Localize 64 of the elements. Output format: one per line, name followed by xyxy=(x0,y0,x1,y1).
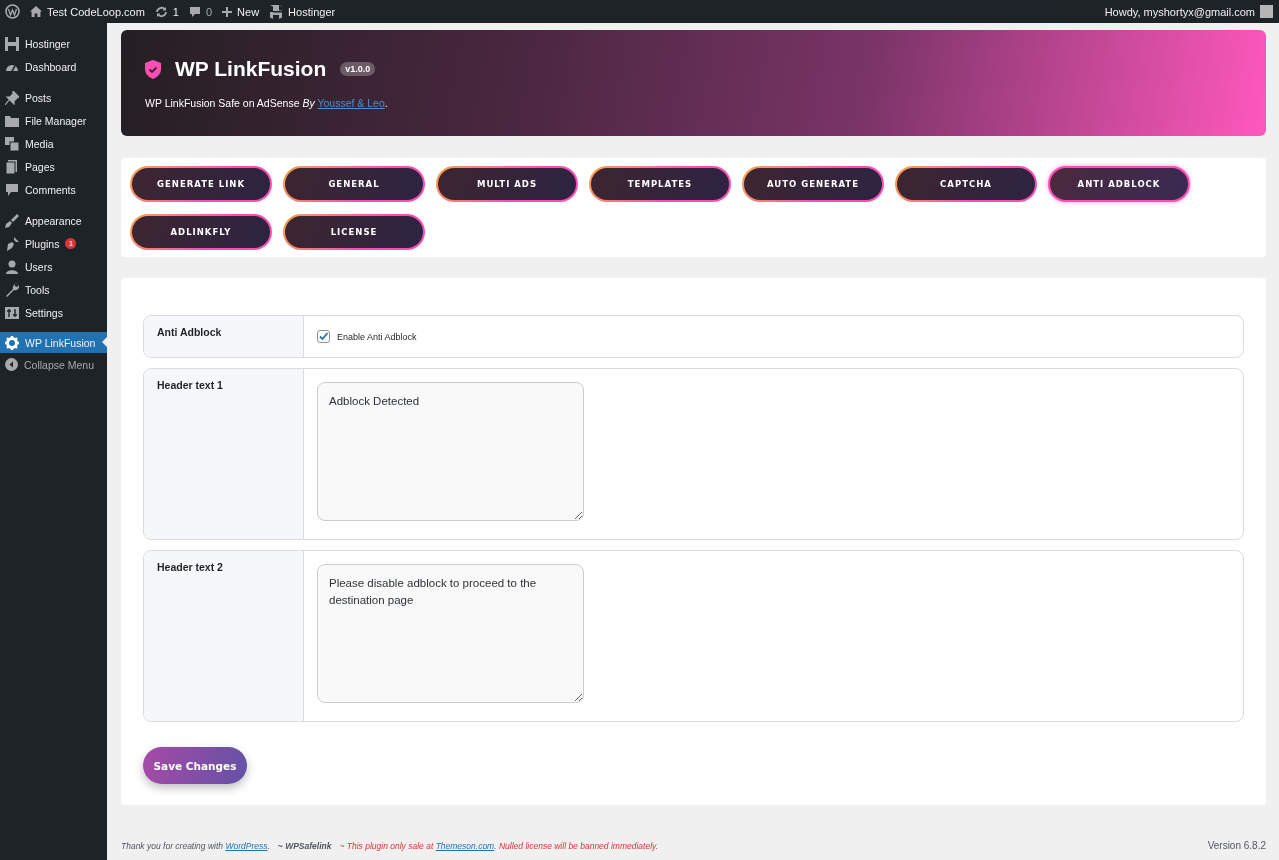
user-greeting-link[interactable]: Howdy, myshortyx@gmail.com xyxy=(1104,5,1255,18)
media-icon xyxy=(5,136,19,151)
sidebar-item[interactable]: Settings xyxy=(0,301,107,324)
gear-icon xyxy=(5,335,19,350)
user-icon xyxy=(5,259,19,274)
footer-thanks-text: Thank you for creating with WordPress. xyxy=(121,841,270,851)
sidebar-item[interactable]: Hostinger xyxy=(0,32,107,55)
folder-icon xyxy=(5,113,19,128)
plug-icon xyxy=(5,236,19,251)
nav-tab-button[interactable]: GENERAL xyxy=(283,166,425,202)
field-label: Anti Adblock xyxy=(144,316,304,357)
nav-tab-button[interactable]: CAPTCHA xyxy=(895,166,1037,202)
nav-tab-button[interactable]: ANTI ADBLOCK xyxy=(1048,166,1190,202)
new-link[interactable]: New xyxy=(237,5,260,18)
pushpin-icon xyxy=(5,90,19,105)
plus-icon[interactable] xyxy=(222,6,233,17)
shield-check-icon xyxy=(145,59,161,79)
sidebar-item[interactable]: Posts xyxy=(0,86,107,109)
update-count-badge: 1 xyxy=(65,238,77,249)
field-label: Header text 1 xyxy=(144,369,304,539)
nav-tab-button[interactable]: ADLINKFLY xyxy=(130,214,272,250)
sliders-icon xyxy=(5,305,19,320)
sidebar-item[interactable]: Appearance xyxy=(0,209,107,232)
checkbox-label: Enable Anti Adblock xyxy=(337,331,417,342)
nav-tab-button[interactable]: TEMPLATES xyxy=(589,166,731,202)
sidebar-item[interactable]: Media xyxy=(0,132,107,155)
hostinger-link[interactable]: Hostinger xyxy=(288,5,336,18)
nav-tab-button[interactable]: AUTO GENERATE xyxy=(742,166,884,202)
sidebar-item[interactable]: Plugins 1 xyxy=(0,232,107,255)
plugin-title: WP LinkFusion xyxy=(175,57,327,81)
comments-count: 0 xyxy=(205,5,213,18)
sidebar-item[interactable]: Tools xyxy=(0,278,107,301)
updates-count: 1 xyxy=(172,5,179,18)
license-notice: ~ This plugin only sale at Themeson.com. Nulled license will be banned immediately. xyxy=(339,841,658,851)
nav-tab-button[interactable]: GENERATE LINK xyxy=(130,166,272,202)
sidebar-item[interactable]: WP LinkFusion xyxy=(0,332,107,353)
field-label: Header text 2 xyxy=(144,551,304,721)
plugin-subtitle: WP LinkFusion Safe on AdSense By Youssef & Leo. xyxy=(145,97,389,109)
sidebar-item[interactable]: Pages xyxy=(0,155,107,178)
text-area-field[interactable]: Adblock Detected xyxy=(317,382,584,521)
author-link[interactable]: Youssef & Leo xyxy=(317,97,385,109)
collapse-icon xyxy=(5,358,18,371)
save-changes-button[interactable]: Save Changes xyxy=(143,747,247,784)
home-icon[interactable] xyxy=(30,6,42,17)
nav-tab-button[interactable]: LICENSE xyxy=(283,214,425,250)
wordpress-logo-icon[interactable] xyxy=(5,4,20,19)
sidebar-item[interactable]: File Manager xyxy=(0,109,107,132)
text-area-field[interactable]: Please disable adblock to proceed to the destination page xyxy=(317,564,584,703)
comment-icon[interactable] xyxy=(188,5,201,18)
version-text: Version 6.8.2 xyxy=(1207,840,1266,851)
version-badge: v1.0.0 xyxy=(340,62,376,76)
refresh-icon[interactable] xyxy=(154,5,168,18)
collapse-menu-button[interactable]: Collapse Menu xyxy=(0,353,107,376)
checkbox[interactable] xyxy=(317,330,330,343)
footer-credit: ~ WPSafelink xyxy=(277,841,332,851)
paintbrush-icon xyxy=(5,213,19,228)
pages-icon xyxy=(5,159,19,174)
site-name-link[interactable]: Test CodeLoop.com xyxy=(47,5,145,18)
sidebar-item[interactable]: Comments xyxy=(0,178,107,201)
nav-tab-button[interactable]: MULTI ADS xyxy=(436,166,578,202)
sidebar-item[interactable]: Dashboard xyxy=(0,55,107,78)
wrench-icon xyxy=(5,282,19,297)
speech-bubble-icon xyxy=(5,182,19,197)
sidebar-item[interactable]: Users xyxy=(0,255,107,278)
